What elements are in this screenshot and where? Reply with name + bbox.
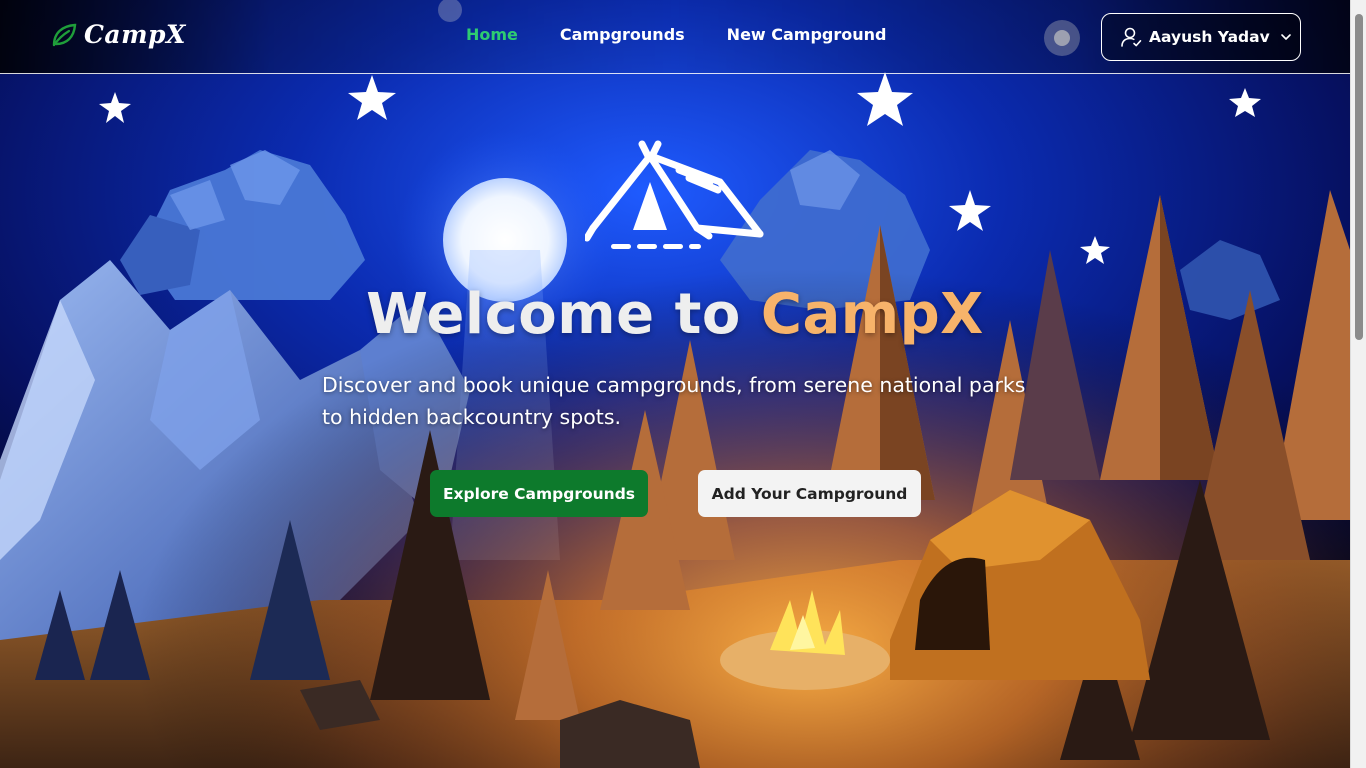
page-scrollbar[interactable] — [1350, 0, 1366, 768]
nav-link-new-campground[interactable]: New Campground — [727, 25, 887, 44]
scrollbar-thumb[interactable] — [1355, 14, 1363, 340]
hero-title-prefix: Welcome to — [366, 282, 761, 347]
user-menu-button[interactable]: Aayush Yadav — [1101, 13, 1301, 61]
brand-name: CampX — [84, 20, 186, 49]
chevron-down-icon — [1280, 34, 1291, 40]
hero-subtitle: Discover and book unique campgrounds, fr… — [322, 373, 1026, 429]
user-name: Aayush Yadav — [1149, 28, 1270, 46]
nav-link-home[interactable]: Home — [466, 25, 518, 44]
user-check-icon — [1121, 27, 1142, 47]
hero-title: Welcome to CampX — [0, 282, 1350, 347]
hero-title-accent: CampX — [760, 282, 984, 347]
add-campground-button[interactable]: Add Your Campground — [698, 470, 921, 517]
explore-campgrounds-button[interactable]: Explore Campgrounds — [430, 470, 648, 517]
nav-link-campgrounds[interactable]: Campgrounds — [560, 25, 685, 44]
tent-icon — [585, 140, 764, 249]
brand-logo[interactable]: CampX — [50, 20, 186, 49]
main-nav: Home Campgrounds New Campground — [466, 25, 887, 44]
top-navbar: CampX Home Campgrounds New Campground Aa… — [0, 0, 1350, 74]
leaf-icon — [52, 23, 77, 46]
